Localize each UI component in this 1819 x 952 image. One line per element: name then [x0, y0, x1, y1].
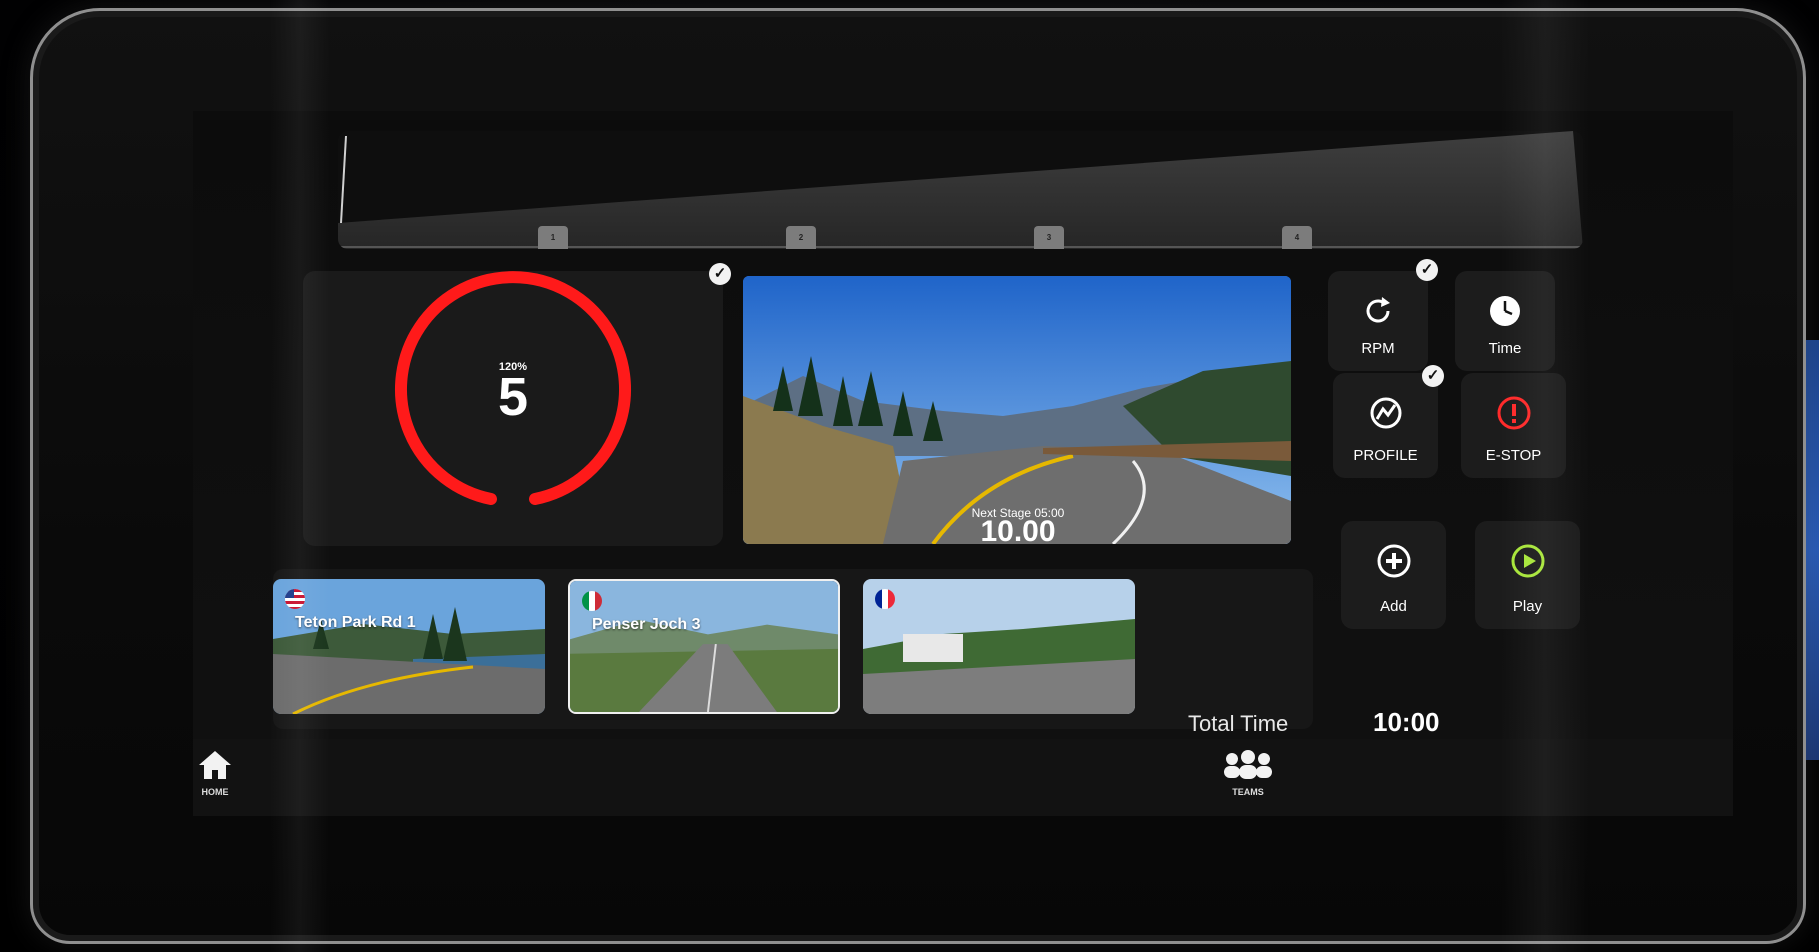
play-button[interactable]: Play	[1475, 521, 1580, 629]
total-time-value: 10:00	[1373, 707, 1440, 737]
nav-home[interactable]: HOME	[185, 749, 245, 797]
profile-chart-icon	[1370, 397, 1401, 429]
gauge-value: 5	[497, 367, 529, 427]
estop-label: E-STOP	[1485, 447, 1542, 464]
nav-home-label: HOME	[201, 787, 229, 797]
route-carousel[interactable]: Teton Park Rd 1 Penser Joch 3	[273, 569, 1313, 729]
profile-label: PROFILE	[1353, 447, 1418, 464]
stage-marker-2[interactable]: 2	[786, 226, 816, 249]
play-circle-icon	[1511, 544, 1544, 578]
route-thumbnail	[570, 581, 838, 712]
tablet-bezel: 1 2 3 4 ✓ 120% 5 Next Stage 05:00 10.00 …	[30, 8, 1806, 944]
alert-icon	[1497, 396, 1530, 430]
next-stage-value: 10.00	[980, 515, 1056, 545]
time-label: Time	[1488, 340, 1522, 357]
estop-button[interactable]: E-STOP	[1461, 373, 1566, 478]
nav-teams-label: TEAMS	[1232, 787, 1264, 797]
route-card-france[interactable]	[863, 579, 1135, 714]
add-label: Add	[1380, 598, 1407, 615]
intensity-gauge-panel[interactable]: ✓ 120% 5	[303, 263, 731, 546]
france-flag-icon	[875, 589, 895, 609]
time-button[interactable]: Time	[1455, 271, 1555, 371]
device-scene: 1 2 3 4 ✓ 120% 5 Next Stage 05:00 10.00 …	[0, 0, 1819, 952]
elevation-profile[interactable]: 1 2 3 4	[338, 131, 1583, 249]
stage-marker-1[interactable]: 1	[538, 226, 568, 249]
elevation-profile-graph	[338, 131, 1583, 249]
rpm-label: RPM	[1361, 340, 1395, 357]
route-name: Penser Joch 3	[592, 616, 701, 633]
play-label: Play	[1512, 598, 1543, 615]
us-flag-icon	[285, 589, 305, 609]
route-name: Teton Park Rd 1	[295, 614, 416, 631]
route-thumbnail	[863, 579, 1135, 714]
route-card-teton-park[interactable]: Teton Park Rd 1	[273, 579, 545, 714]
tablet-screen: 1 2 3 4 ✓ 120% 5 Next Stage 05:00 10.00 …	[193, 111, 1733, 816]
route-video: Next Stage 05:00 10.00	[743, 276, 1291, 544]
stage-marker-4[interactable]: 4	[1282, 226, 1312, 249]
video-frame	[743, 276, 1291, 544]
stage-marker-3[interactable]: 3	[1034, 226, 1064, 249]
nav-teams[interactable]: TEAMS	[1213, 749, 1283, 797]
rpm-check-icon: ✓	[1416, 259, 1438, 281]
teams-icon	[1224, 750, 1272, 779]
plus-circle-icon	[1377, 544, 1410, 578]
italy-flag-icon	[582, 591, 602, 611]
total-time-label: Total Time	[1188, 711, 1289, 736]
clock-icon	[1490, 296, 1520, 326]
home-icon	[199, 751, 231, 779]
refresh-icon	[1366, 297, 1390, 323]
bottom-nav: HOME TEAMS	[193, 739, 1733, 816]
add-button[interactable]: Add	[1341, 521, 1446, 629]
rpm-button[interactable]: RPM ✓	[1328, 259, 1438, 371]
route-thumbnail	[273, 579, 545, 714]
profile-check-icon: ✓	[1422, 365, 1444, 387]
route-card-penser-joch[interactable]: Penser Joch 3	[568, 579, 840, 714]
profile-button[interactable]: PROFILE ✓	[1333, 365, 1444, 478]
